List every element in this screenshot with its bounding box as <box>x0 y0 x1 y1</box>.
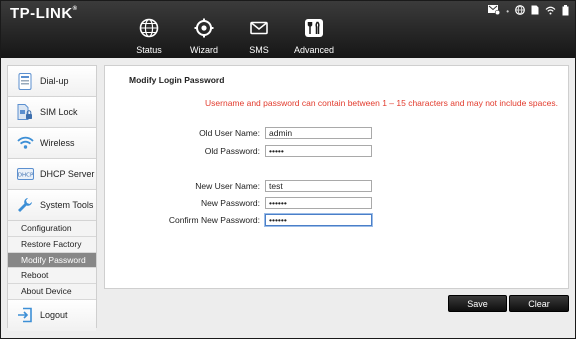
envelope-icon <box>249 18 269 38</box>
old-password-row: Old Password: <box>105 145 568 157</box>
old-user-row: Old User Name: <box>105 127 568 139</box>
old-password-label: Old Password: <box>204 146 260 156</box>
sim-lock-icon <box>16 103 34 121</box>
tools-icon <box>304 18 324 38</box>
sidebar-item-restore-factory[interactable]: Restore Factory <box>8 236 96 253</box>
nav-advanced-label: Advanced <box>293 45 335 55</box>
sidebar-item-system-tools[interactable]: System Tools <box>8 190 96 221</box>
sidebar-item-modify-password[interactable]: Modify Password <box>8 252 96 269</box>
sidebar-item-reboot[interactable]: Reboot <box>8 268 96 285</box>
logout-label: Logout <box>40 310 68 321</box>
wireless-icon <box>16 134 34 152</box>
logout-icon <box>16 306 34 324</box>
nav-sms[interactable]: SMS <box>234 18 284 58</box>
new-user-label: New User Name: <box>195 181 260 191</box>
new-user-row: New User Name: <box>105 180 568 192</box>
confirm-password-label: Confirm New Password: <box>168 215 260 225</box>
wrench-icon <box>16 196 34 214</box>
dhcp-icon: DHCP <box>16 165 34 183</box>
old-user-input[interactable] <box>265 127 372 139</box>
notice-text: Username and password can contain betwee… <box>205 98 558 108</box>
main-nav: Status Wizard SMS Advanced <box>1 1 575 58</box>
content-panel: Modify Login Password Username and passw… <box>104 65 569 289</box>
top-header: TP-LINK® • Status Wizard SMS Advanced <box>1 1 575 58</box>
sidebar-item-label: Dial-up <box>40 76 69 86</box>
sidebar-item-label: SIM Lock <box>40 107 78 117</box>
old-user-label: Old User Name: <box>199 128 260 138</box>
clear-button[interactable]: Clear <box>509 295 569 312</box>
save-button[interactable]: Save <box>448 295 507 312</box>
sidebar: Dial-up SIM Lock Wireless DHCP DHCP Serv… <box>7 65 97 331</box>
nav-advanced[interactable]: Advanced <box>289 18 339 58</box>
new-password-input[interactable] <box>265 197 372 209</box>
old-password-input[interactable] <box>265 145 372 157</box>
sidebar-item-wireless[interactable]: Wireless <box>8 128 96 159</box>
new-password-label: New Password: <box>200 198 260 208</box>
sidebar-item-label: Wireless <box>40 138 75 148</box>
new-user-input[interactable] <box>265 180 372 192</box>
sidebar-item-configuration[interactable]: Configuration <box>8 221 96 237</box>
new-password-row: New Password: <box>105 197 568 209</box>
nav-status[interactable]: Status <box>124 18 174 58</box>
globe-icon <box>139 18 159 38</box>
confirm-password-input[interactable] <box>265 214 372 226</box>
page-title: Modify Login Password <box>129 75 225 85</box>
sidebar-item-sim-lock[interactable]: SIM Lock <box>8 97 96 128</box>
nav-status-label: Status <box>136 45 162 55</box>
svg-text:DHCP: DHCP <box>17 172 33 178</box>
sidebar-item-about-device[interactable]: About Device <box>8 284 96 300</box>
sidebar-item-label: System Tools <box>40 200 94 210</box>
nav-wizard-label: Wizard <box>189 45 218 55</box>
logout-button[interactable]: Logout <box>8 299 96 331</box>
confirm-password-row: Confirm New Password: <box>105 214 568 226</box>
sidebar-item-dialup[interactable]: Dial-up <box>8 66 96 97</box>
wizard-icon <box>194 18 214 38</box>
nav-sms-label: SMS <box>249 45 269 55</box>
sidebar-item-dhcp-server[interactable]: DHCP DHCP Server <box>8 159 96 190</box>
app-window: TP-LINK® • Status Wizard SMS Advanced Di… <box>0 0 576 339</box>
nav-wizard[interactable]: Wizard <box>179 18 229 58</box>
dialup-icon <box>16 72 34 90</box>
sidebar-item-label: DHCP Server <box>40 169 95 179</box>
